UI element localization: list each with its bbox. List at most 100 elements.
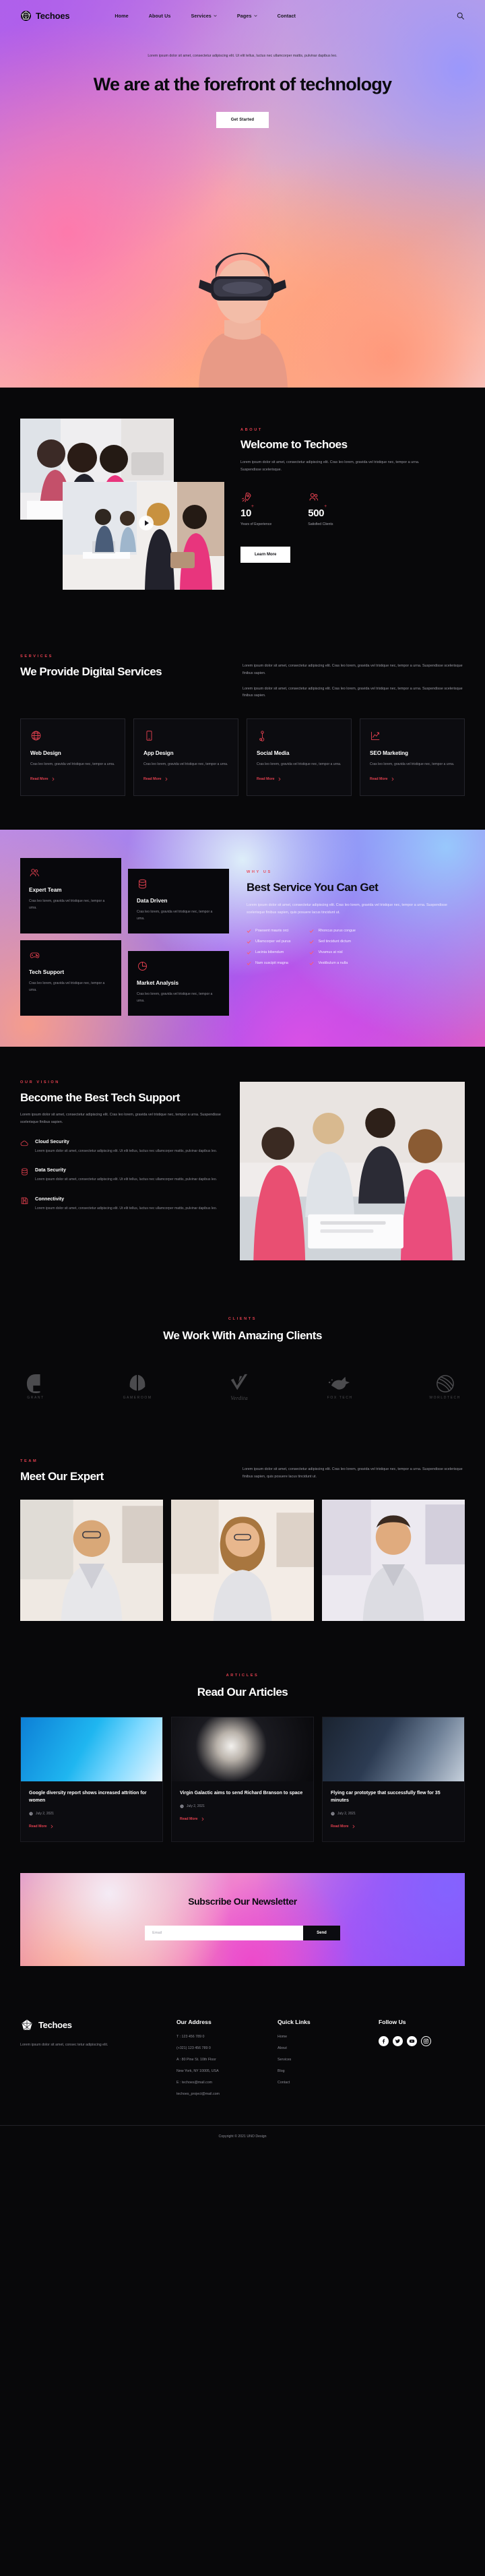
footer-link-services[interactable]: Services	[278, 2058, 291, 2062]
client-logo-label: WORLDTECH	[429, 1396, 461, 1401]
read-more-link[interactable]: Read More	[30, 777, 55, 781]
footer-column-title: Follow Us	[379, 2018, 406, 2025]
landing-page: Techoes Home About Us Services Pages Con…	[0, 0, 485, 2149]
list-item[interactable]: Home	[278, 2035, 364, 2039]
team-header-right: Lorem ipsum dolor sit amet, consectetur …	[243, 1466, 465, 1483]
email-input[interactable]	[145, 1925, 304, 1940]
feature-text: Lorem ipsum dolor sit amet, consectetur …	[35, 1148, 218, 1153]
facebook-icon[interactable]	[379, 2035, 389, 2046]
service-card-app-design[interactable]: App Design Cras leo lorem, gravida vel t…	[133, 718, 238, 797]
globe-icon	[30, 730, 115, 741]
read-more-link[interactable]: Read More	[180, 1817, 205, 1821]
fox-icon	[327, 1374, 354, 1393]
vision-feature-cloud-security: Cloud Security Lorem ipsum dolor sit ame…	[20, 1138, 222, 1155]
send-button[interactable]: Send	[303, 1925, 340, 1940]
search-icon[interactable]	[456, 11, 465, 20]
footer-link-home[interactable]: Home	[278, 2035, 287, 2039]
service-card-web-design[interactable]: Web Design Cras leo lorem, gravida vel t…	[20, 718, 125, 797]
article-card[interactable]: Virgin Galactic aims to send Richard Bra…	[171, 1717, 314, 1842]
nav-item-contact[interactable]: Contact	[278, 13, 296, 19]
newsletter-title: Subscribe Our Newsletter	[188, 1895, 297, 1907]
read-more-label: Read More	[180, 1816, 198, 1821]
pie-chart-icon	[137, 960, 220, 972]
about-eyebrow: ABOUT	[240, 428, 263, 432]
article-card[interactable]: Flying car prototype that successfully f…	[322, 1717, 465, 1842]
client-logo-label: Verdita	[230, 1394, 249, 1401]
services-paragraph: Lorem ipsum dolor sit amet, consectetur …	[243, 686, 463, 698]
play-icon[interactable]	[138, 515, 154, 530]
footer-link-blog[interactable]: Blog	[278, 2069, 285, 2073]
why-card-market-analysis[interactable]: Market Analysis Cras leo lorem, gravida …	[128, 951, 229, 1016]
footer-column-title: Quick Links	[278, 2018, 311, 2025]
twitter-icon[interactable]	[393, 2035, 403, 2046]
why-card-text: Cras leo lorem, gravida vel tristique ne…	[29, 899, 105, 911]
check-icon	[309, 940, 314, 944]
clock-icon	[180, 1804, 184, 1808]
why-us-feature-lists: Praesent mauris orci Ullamcorper vel pur…	[247, 929, 465, 972]
read-more-link[interactable]: Read More	[29, 1824, 54, 1829]
list-item[interactable]: Contact	[278, 2081, 364, 2085]
read-more-link[interactable]: Read More	[370, 777, 395, 781]
why-card-expert-team[interactable]: Expert Team Cras leo lorem, gravida vel …	[20, 858, 121, 934]
stat-value: 10+	[240, 503, 254, 519]
check-icon	[247, 961, 251, 966]
service-card-seo-marketing[interactable]: SEO Marketing Cras leo lorem, gravida ve…	[360, 718, 465, 797]
list-item: (+321) 123 456 789 0	[176, 2046, 211, 2050]
brand-logo[interactable]: Techoes	[20, 10, 70, 22]
check-icon	[309, 961, 314, 966]
footer-link-contact[interactable]: Contact	[278, 2081, 290, 2085]
team-member-card[interactable]	[20, 1500, 163, 1622]
footer-brand-column: Techoes Lorem ipsum dolor sit amet, cons…	[20, 2019, 162, 2104]
client-logo-worldtech: WORLDTECH	[429, 1374, 461, 1400]
team-header-left: TEAM Meet Our Expert	[20, 1459, 222, 1483]
client-logo-gameroom: GAMEROOM	[123, 1374, 152, 1400]
about-content: ABOUT Welcome to Techoes Lorem ipsum dol…	[240, 419, 465, 594]
about-section: ABOUT Welcome to Techoes Lorem ipsum dol…	[0, 388, 485, 626]
read-more-label: Read More	[370, 777, 388, 782]
footer-brand[interactable]: Techoes	[20, 2019, 162, 2032]
youtube-icon[interactable]	[407, 2035, 417, 2046]
nav-item-about-us[interactable]: About Us	[149, 13, 171, 19]
why-card-tech-support[interactable]: Tech Support Cras leo lorem, gravida vel…	[20, 940, 121, 1016]
clients-title: We Work With Amazing Clients	[163, 1328, 322, 1342]
vision-content: OUR VISION Become the Best Tech Support …	[20, 1078, 222, 1213]
get-started-button[interactable]: Get Started	[216, 111, 269, 128]
why-us-content: WHY US Best Service You Can Get Lorem ip…	[247, 858, 465, 972]
instagram-icon[interactable]	[421, 2035, 431, 2046]
nav-item-services[interactable]: Services	[191, 13, 217, 19]
service-title: App Design	[143, 750, 174, 757]
client-logo-label: GAMEROOM	[123, 1396, 152, 1401]
list-item[interactable]: Blog	[278, 2069, 364, 2073]
article-card[interactable]: Google diversity report shows increased …	[20, 1717, 163, 1842]
site-footer: Techoes Lorem ipsum dolor sit amet, cons…	[0, 1996, 485, 2149]
why-card-data-driven[interactable]: Data Driven Cras leo lorem, gravida vel …	[128, 869, 229, 934]
feature-title: Cloud Security	[35, 1138, 69, 1144]
chevron-right-icon	[352, 1824, 355, 1829]
team-member-card[interactable]	[171, 1500, 314, 1622]
nav-item-pages[interactable]: Pages	[237, 13, 257, 19]
footer-columns: Techoes Lorem ipsum dolor sit amet, cons…	[0, 1996, 485, 2104]
why-us-list-right: Rhoncus purus congue Sed tincidunt dictu…	[309, 929, 356, 972]
learn-more-button[interactable]: Learn More	[240, 546, 291, 563]
list-item[interactable]: About	[278, 2046, 364, 2050]
check-icon	[309, 929, 314, 933]
read-more-link[interactable]: Read More	[143, 777, 168, 781]
service-title: Web Design	[30, 750, 61, 757]
why-us-section: Expert Team Cras leo lorem, gravida vel …	[0, 830, 485, 1047]
read-more-link[interactable]: Read More	[331, 1824, 356, 1829]
list-item: A : 80 Pine St. 10th Floor	[176, 2057, 216, 2062]
check-icon	[309, 950, 314, 955]
nav-item-home[interactable]: Home	[115, 13, 128, 19]
list-item: Vivamus at nisl	[309, 950, 355, 955]
why-us-eyebrow: WHY US	[247, 870, 272, 875]
list-item[interactable]: Services	[278, 2058, 364, 2062]
why-us-list-left: Praesent mauris orci Ullamcorper vel pur…	[247, 929, 290, 972]
rocket-icon	[240, 491, 271, 503]
team-member-card[interactable]	[322, 1500, 465, 1622]
footer-link-about[interactable]: About	[278, 2046, 287, 2050]
footer-about-text: Lorem ipsum dolor sit amet, consec tetur…	[20, 2042, 108, 2047]
service-card-social-media[interactable]: Social Media Cras leo lorem, gravida vel…	[247, 718, 352, 797]
article-thumbnail	[172, 1717, 313, 1782]
list-item: Praesent mauris orci	[247, 929, 290, 933]
read-more-link[interactable]: Read More	[257, 777, 282, 781]
